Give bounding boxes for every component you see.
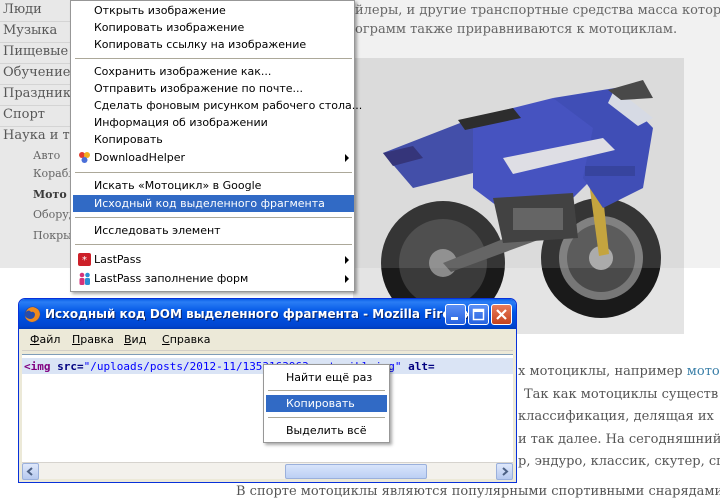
- window-titlebar[interactable]: Исходный код DOM выделенного фрагмента -…: [19, 299, 516, 329]
- motorcycle-illustration: [381, 80, 661, 325]
- sidebar-item-music[interactable]: Музыка: [3, 23, 57, 38]
- article-text-line: классификация, делящая их: [518, 409, 714, 424]
- submenu-arrow-icon: [345, 256, 349, 264]
- scroll-right-button[interactable]: [496, 463, 513, 480]
- menu-edit-label: равка: [80, 333, 114, 346]
- minimize-icon: [451, 317, 458, 320]
- menu-copy-image-link[interactable]: Копировать ссылку на изображение: [73, 36, 354, 53]
- menu-set-wallpaper[interactable]: Сделать фоновым рисунком рабочего стола.…: [73, 97, 362, 114]
- menu-help-label: правка: [169, 333, 211, 346]
- menu-file[interactable]: Файл: [30, 333, 60, 346]
- menu-lastpass-label: LastPass: [94, 253, 142, 266]
- sidebar-subitem-auto[interactable]: Авто: [33, 149, 60, 162]
- menu-image-info[interactable]: Информация об изображении: [73, 114, 354, 131]
- sidebar-divider: [0, 84, 76, 85]
- menu-save-image-as[interactable]: Сохранить изображение как...: [73, 63, 354, 80]
- menu-lastpass-fill-forms[interactable]: LastPass заполнение форм: [73, 270, 354, 287]
- sidebar-item-holidays[interactable]: Праздники: [3, 86, 80, 101]
- lastpass-icon: *: [78, 253, 91, 266]
- sidebar-item-people[interactable]: Люди: [3, 2, 42, 17]
- menu-email-image[interactable]: Отправить изображение по почте...: [73, 80, 354, 97]
- menu-downloadhelper[interactable]: DownloadHelper: [73, 149, 354, 166]
- downloadhelper-icon: [79, 152, 90, 163]
- sidebar-divider: [0, 42, 76, 43]
- horizontal-scrollbar[interactable]: [22, 462, 513, 480]
- sidebar-item-sport[interactable]: Спорт: [3, 107, 45, 122]
- article-text-line: Так как мотоциклы существ: [524, 387, 719, 402]
- menu-inspect-element[interactable]: Исследовать элемент: [73, 222, 354, 239]
- window-menubar: Файл Правка Вид Справка: [22, 329, 513, 351]
- menu-separator: [75, 217, 352, 218]
- sidebar-divider: [0, 63, 76, 64]
- arrow-left-icon: [26, 467, 33, 476]
- source-attr: src=: [50, 360, 84, 373]
- submenu-arrow-icon: [345, 275, 349, 283]
- menu-edit[interactable]: Правка: [72, 333, 114, 346]
- menu-separator: [75, 244, 352, 245]
- menu-view-label: ид: [131, 333, 147, 346]
- menu-separator: [75, 58, 352, 59]
- menu-copy[interactable]: Копировать: [73, 131, 354, 148]
- scrollbar-thumb[interactable]: [285, 464, 427, 479]
- menu-separator: [268, 390, 385, 391]
- source-context-menu: Найти ещё раз Копировать Выделить всё: [263, 364, 390, 443]
- category-sidebar: Люди Музыка Пищевые п Обучение Праздники…: [0, 0, 85, 268]
- menu-view-accesskey: В: [124, 333, 132, 346]
- close-icon: [496, 309, 507, 320]
- menu-downloadhelper-label: DownloadHelper: [94, 151, 186, 164]
- motorcycle-image[interactable]: [353, 58, 684, 334]
- article-text-line: ограмм также приравниваются к мотоциклам…: [355, 22, 678, 37]
- menu-search-google[interactable]: Искать «Мотоцикл» в Google: [73, 177, 354, 194]
- article-text: х мотоциклы, например: [518, 364, 687, 379]
- submenu-arrow-icon: [345, 154, 349, 162]
- menu-view-selection-source[interactable]: Исходный код выделенного фрагмента: [73, 195, 354, 212]
- article-text-line: и так далее. На сегодняшний д: [518, 432, 720, 447]
- maximize-button[interactable]: [468, 304, 489, 325]
- article-text-line: х мотоциклы, например мотоци: [518, 364, 720, 379]
- menu-copy-image[interactable]: Копировать изображение: [73, 19, 354, 36]
- menu-separator: [268, 417, 385, 418]
- sidebar-item-education[interactable]: Обучение: [3, 65, 70, 80]
- article-text-line: В спорте мотоциклы являются популярными …: [236, 484, 720, 499]
- menu-file-label: айл: [39, 333, 61, 346]
- menu-find-again[interactable]: Найти ещё раз: [266, 369, 387, 386]
- window-title: Исходный код DOM выделенного фрагмента -…: [45, 307, 472, 321]
- article-link[interactable]: мотоци: [687, 364, 720, 379]
- menu-lastpass[interactable]: * LastPass: [73, 251, 354, 268]
- close-button[interactable]: [491, 304, 512, 325]
- image-context-menu: Открыть изображение Копировать изображен…: [70, 0, 362, 292]
- minimize-button[interactable]: [445, 304, 466, 325]
- menu-copy[interactable]: Копировать: [266, 395, 387, 412]
- svg-text:*: *: [82, 255, 87, 266]
- menu-help[interactable]: Справка: [162, 333, 210, 346]
- scroll-left-button[interactable]: [22, 463, 39, 480]
- sidebar-divider: [0, 105, 76, 106]
- source-attr: alt=: [401, 360, 435, 373]
- menu-view[interactable]: Вид: [124, 333, 146, 346]
- article-text-line: р, эндуро, классик, скутер, спорт: [518, 454, 720, 469]
- sidebar-subitem-moto[interactable]: Мото: [33, 188, 67, 201]
- firefox-logo-icon: [24, 306, 41, 323]
- sidebar-divider: [0, 126, 76, 127]
- arrow-right-icon: [502, 467, 509, 476]
- sidebar-subitem-ships[interactable]: Корабл: [33, 167, 75, 180]
- source-tag: <img: [24, 360, 51, 373]
- menu-separator: [75, 172, 352, 173]
- sidebar-divider: [0, 21, 76, 22]
- sidebar-subitem-coverings[interactable]: Покры: [33, 229, 72, 242]
- menu-open-image[interactable]: Открыть изображение: [73, 2, 354, 19]
- menu-lastpass-fill-forms-label: LastPass заполнение форм: [94, 272, 249, 285]
- menu-select-all[interactable]: Выделить всё: [266, 422, 387, 439]
- maximize-icon: [472, 308, 485, 321]
- article-text-line: йлеры, и другие транспортные средства ма…: [355, 3, 720, 18]
- users-icon: [79, 272, 90, 285]
- menu-help-accesskey: С: [162, 333, 170, 346]
